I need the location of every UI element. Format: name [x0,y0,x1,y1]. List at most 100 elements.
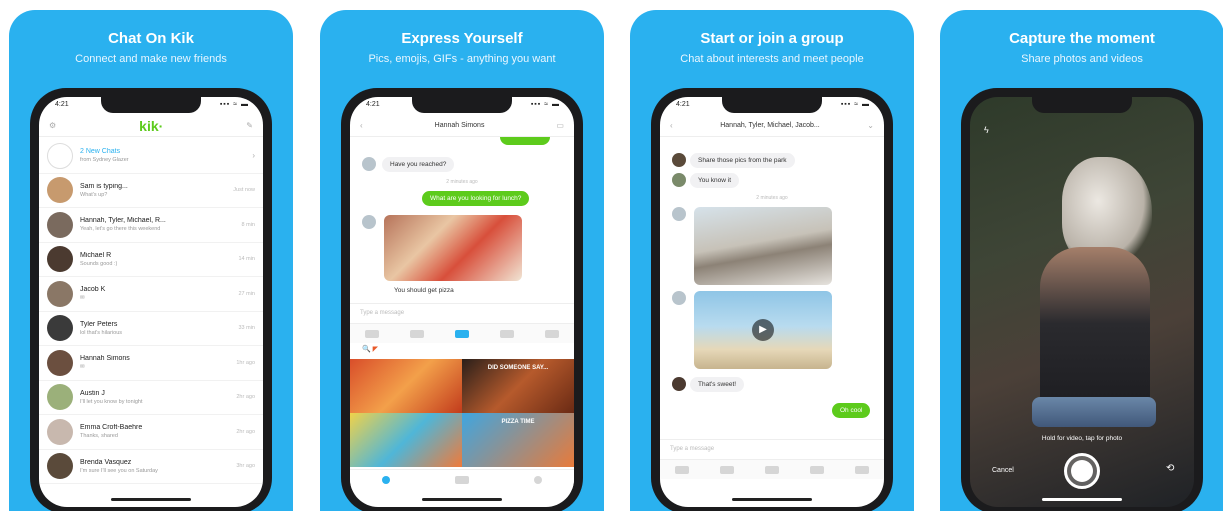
message-input[interactable]: Type a message [350,303,574,323]
settings-icon[interactable]: ⚙ [49,121,56,130]
sender-avatar [672,377,686,391]
camera-flip-icon[interactable]: ⟲ [1166,463,1174,474]
chat-preview: ✉ [80,364,85,371]
chat-preview: I'll let you know by tonight [80,398,143,405]
sketch-icon[interactable] [544,329,559,338]
chat-row[interactable]: Tyler Peters lol that's hilarious 33 min [39,312,263,346]
chat-time: 1hr ago [236,359,255,366]
chat-preview: Sounds good :) [80,260,118,267]
chat-name: Brenda Vasquez [80,458,132,466]
kik-logo: kik· [139,117,164,134]
chat-time: Just now [233,187,255,194]
sender-avatar [362,215,376,229]
message-timestamp: 2 minutes ago [756,195,788,201]
sender-avatar [672,291,686,305]
message-input[interactable]: Type a message [660,439,884,459]
chat-time: 14 min [238,256,255,263]
panel-capture-the-moment: Capture the moment Share photos and vide… [940,10,1223,511]
phone-notch [412,97,512,113]
sticker-icon[interactable] [809,465,824,474]
panel-title: Start or join a group [700,30,844,47]
gallery-icon[interactable] [720,465,735,474]
gif-result[interactable] [350,359,462,413]
phone-screen: 4:21 ▪▪▪ ≈ ▬ ⚙ kik· ✎ 2 New Chats from S… [39,97,263,507]
pizza-search-icon[interactable]: 🔍 ◤ [362,345,378,353]
gif-icon[interactable] [454,329,469,338]
avatar [47,246,73,273]
status-time: 4:21 [366,101,380,108]
chevron-down-icon[interactable]: ⌄ [867,121,874,130]
panel-title: Capture the moment [1009,30,1155,47]
new-chats-row[interactable]: 2 New Chats from Sydney Glazer › [39,139,263,174]
gif-result[interactable]: DID SOMEONE SAY... [462,359,574,413]
phone-notch [1032,97,1132,113]
gif-icon[interactable] [764,465,779,474]
avatar [47,453,73,480]
signal-icon: ▪▪▪ ≈ ▬ [840,101,870,108]
panel-subtitle: Pics, emojis, GIFs - anything you want [368,53,556,65]
phone-frame: ϟ Hold for video, tap for photo Cancel ⟲ [961,88,1203,511]
chat-name: Hannah Simons [80,355,130,363]
chat-list: 2 New Chats from Sydney Glazer › Sam is … [39,139,263,484]
chat-row[interactable]: Brenda Vasquez I'm sure I'll see you on … [39,450,263,484]
signal-icon: ▪▪▪ ≈ ▬ [530,101,560,108]
tv-icon[interactable] [454,475,469,484]
chat-row[interactable]: Hannah, Tyler, Michael, R... Yeah, let's… [39,208,263,243]
avatar [47,349,73,376]
chat-row[interactable]: Michael R Sounds good :) 14 min [39,243,263,277]
shared-photo-skater[interactable] [694,207,832,285]
status-time: 4:21 [55,101,69,108]
chat-time: 3hr ago [236,463,255,470]
sender-avatar [672,173,686,187]
chat-list-header: ⚙ kik· ✎ [39,115,263,137]
play-icon[interactable]: ▶ [752,319,774,341]
sender-avatar [672,207,686,221]
panel-title: Chat On Kik [108,30,194,47]
gif-result[interactable] [350,413,462,467]
camera-icon[interactable] [675,465,690,474]
search-icon[interactable] [533,475,542,484]
gif-caption: PIZZA TIME [501,419,535,425]
chat-time: 8 min [241,221,255,228]
chat-row[interactable]: Jacob K ✉ 27 min [39,277,263,312]
phone-frame: 4:21 ▪▪▪ ≈ ▬ ⚙ kik· ✎ 2 New Chats from S… [30,88,272,511]
sticker-icon[interactable] [499,329,514,338]
video-call-icon[interactable]: ▭ [556,121,564,130]
back-arrow-icon[interactable]: ‹ [670,121,673,130]
chat-row[interactable]: Hannah Simons ✉ 1hr ago [39,346,263,381]
shared-video[interactable]: ▶ [694,291,832,369]
camera-subject-jeans [1032,397,1156,427]
flash-icon[interactable]: ϟ [984,125,989,135]
phone-notch [722,97,822,113]
chat-time: 33 min [238,325,255,332]
shutter-button[interactable] [1064,453,1100,489]
cancel-button[interactable]: Cancel [992,467,1014,474]
panel-subtitle: Share photos and videos [1021,53,1143,65]
globe-icon[interactable] [382,475,391,484]
camera-icon[interactable] [365,329,380,338]
chat-time: 2hr ago [236,394,255,401]
gif-result[interactable]: PIZZA TIME [462,413,574,467]
phone-notch [101,97,201,113]
chat-name: Austin J [80,389,105,397]
sketch-icon[interactable] [854,465,869,474]
capture-hint: Hold for video, tap for photo [1041,435,1123,442]
back-arrow-icon[interactable]: ‹ [360,121,363,130]
status-time: 4:21 [676,101,690,108]
chat-preview: ✉ [80,295,85,302]
chat-row[interactable]: Emma Croft-Baehre Thanks, shared 2hr ago [39,415,263,450]
phone-frame: 4:21 ▪▪▪ ≈ ▬ ‹ Hannah, Tyler, Michael, J… [651,88,893,511]
gallery-icon[interactable] [410,329,425,338]
photo-caption: You should get pizza [394,287,454,294]
sender-avatar [362,157,376,171]
home-indicator [1042,498,1122,501]
chat-row[interactable]: Sam is typing... What's up? Just now [39,174,263,208]
compose-icon[interactable]: ✎ [246,121,253,130]
phone-screen: 4:21 ▪▪▪ ≈ ▬ ‹ Hannah Simons ▭ Have you … [350,97,574,507]
chat-row[interactable]: Austin J I'll let you know by tonight 2h… [39,381,263,415]
avatar [47,384,73,411]
panel-subtitle: Connect and make new friends [75,53,227,65]
message-bubble: Have you reached? [382,157,455,172]
shared-photo[interactable] [384,215,522,281]
panel-title: Express Yourself [401,30,523,47]
